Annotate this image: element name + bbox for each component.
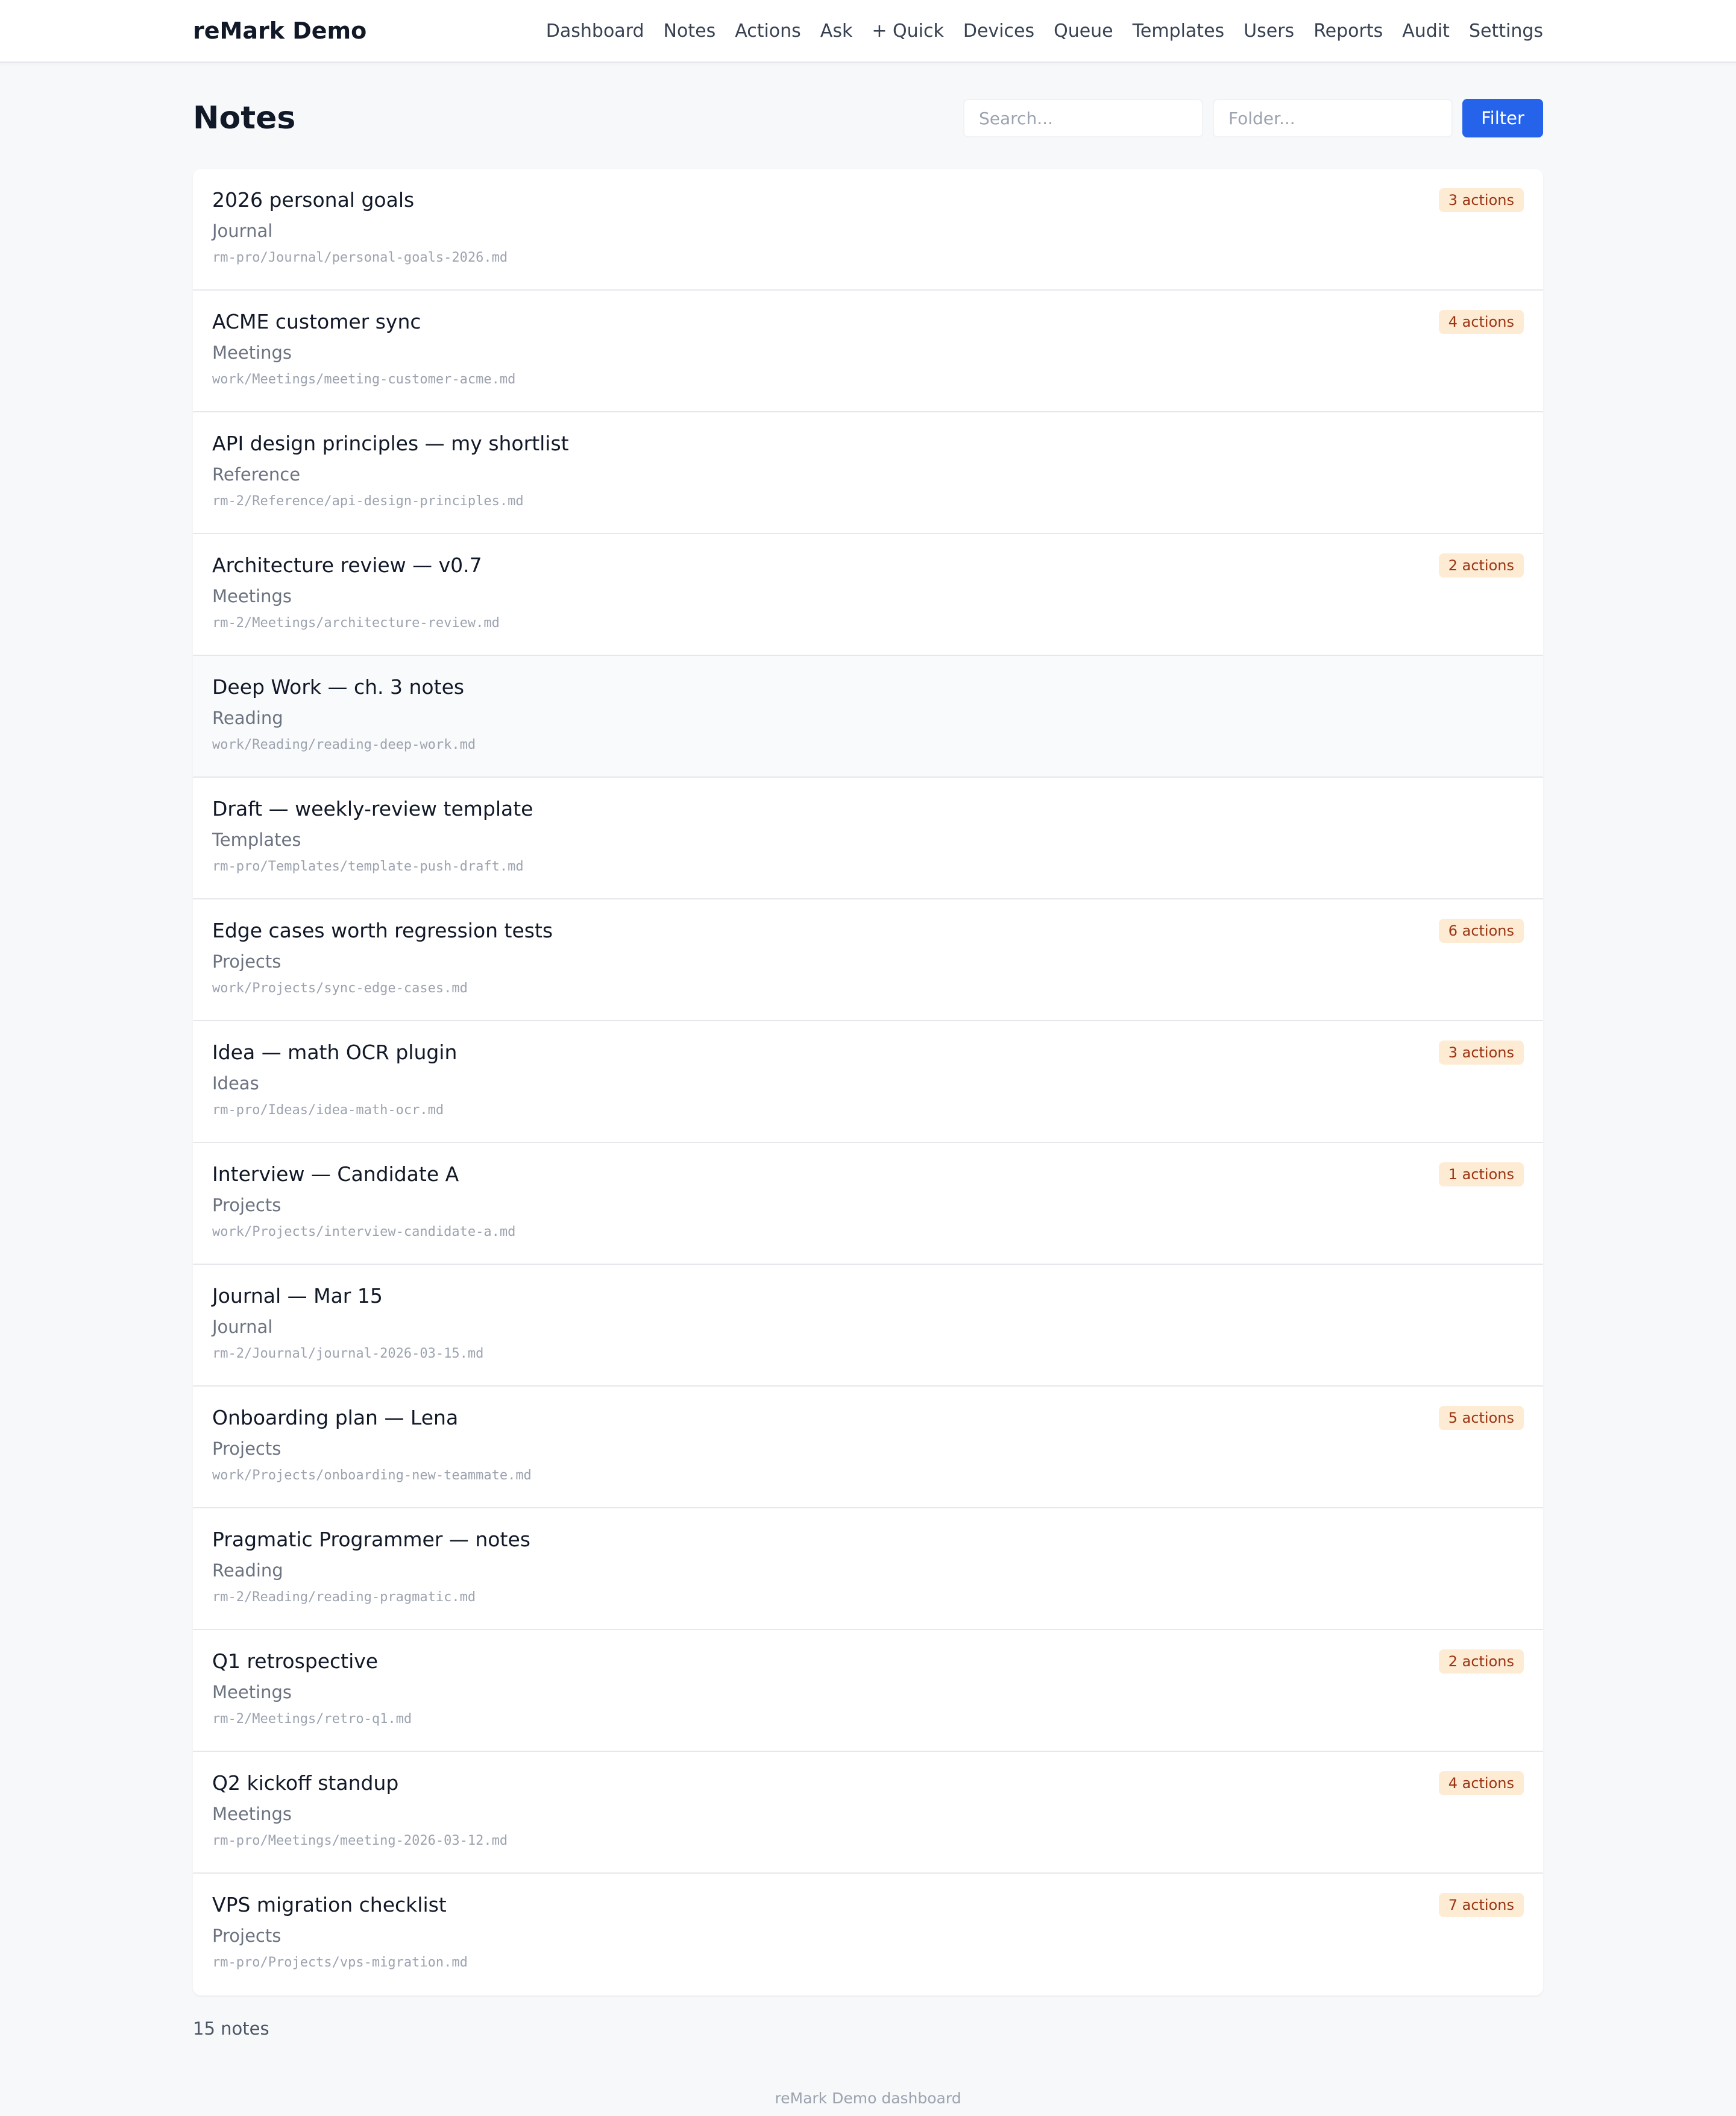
note-row[interactable]: Q2 kickoff standup Meetings rm-pro/Meeti…	[193, 1752, 1543, 1874]
actions-badge: 2 actions	[1438, 1649, 1524, 1674]
note-path: rm-2/Meetings/architecture-review.md	[212, 616, 500, 631]
actions-badge: 4 actions	[1438, 310, 1524, 334]
note-row[interactable]: 2026 personal goals Journal rm-pro/Journ…	[193, 169, 1543, 291]
note-title[interactable]: Edge cases worth regression tests	[212, 918, 1524, 944]
note-path: rm-pro/Meetings/meeting-2026-03-12.md	[212, 1833, 508, 1848]
note-title[interactable]: Draft — weekly-review template	[212, 796, 1524, 822]
note-path: work/Reading/reading-deep-work.md	[212, 737, 476, 752]
nav-link-settings[interactable]: Settings	[1469, 20, 1543, 42]
note-row[interactable]: Onboarding plan — Lena Projects work/Pro…	[193, 1387, 1543, 1508]
navbar-inner: reMark Demo Dashboard Notes Actions Ask …	[193, 0, 1543, 61]
note-row[interactable]: Pragmatic Programmer — notes Reading rm-…	[193, 1508, 1543, 1630]
note-title[interactable]: Interview — Candidate A	[212, 1161, 1524, 1188]
folder-input[interactable]	[1213, 99, 1453, 137]
note-folder: Meetings	[212, 1682, 292, 1702]
brand-logo[interactable]: reMark Demo	[193, 17, 366, 44]
note-path: rm-2/Journal/journal-2026-03-15.md	[212, 1346, 484, 1361]
note-folder: Meetings	[212, 1804, 292, 1824]
note-title[interactable]: Pragmatic Programmer — notes	[212, 1526, 1524, 1553]
note-folder: Meetings	[212, 342, 292, 363]
note-row[interactable]: Draft — weekly-review template Templates…	[193, 778, 1543, 899]
nav-link-dashboard[interactable]: Dashboard	[546, 20, 644, 42]
nav-link-actions[interactable]: Actions	[735, 20, 801, 42]
note-title[interactable]: Q2 kickoff standup	[212, 1770, 1524, 1796]
actions-badge: 4 actions	[1438, 1771, 1524, 1795]
nav-link-templates[interactable]: Templates	[1133, 20, 1225, 42]
nav-link-ask[interactable]: Ask	[820, 20, 853, 42]
note-folder: Reference	[212, 464, 301, 485]
note-path: rm-pro/Ideas/idea-math-ocr.md	[212, 1103, 444, 1118]
page-footer: reMark Demo dashboard	[775, 2089, 961, 2107]
main-content: Notes Filter 2026 personal goals Journal…	[193, 93, 1543, 2107]
note-row[interactable]: Interview — Candidate A Projects work/Pr…	[193, 1143, 1543, 1265]
actions-badge: 1 actions	[1438, 1162, 1524, 1186]
note-folder: Journal	[212, 1317, 273, 1337]
nav-link-notes[interactable]: Notes	[664, 20, 716, 42]
note-title[interactable]: API design principles — my shortlist	[212, 430, 1524, 457]
note-row[interactable]: VPS migration checklist Projects rm-pro/…	[193, 1874, 1543, 1995]
note-folder: Projects	[212, 1195, 281, 1215]
note-folder: Ideas	[212, 1073, 259, 1094]
nav-link-devices[interactable]: Devices	[963, 20, 1034, 42]
note-path: rm-2/Reference/api-design-principles.md	[212, 494, 524, 509]
note-row[interactable]: Architecture review — v0.7 Meetings rm-2…	[193, 534, 1543, 656]
note-path: rm-2/Reading/reading-pragmatic.md	[212, 1590, 476, 1605]
search-input[interactable]	[963, 99, 1203, 137]
note-row[interactable]: Idea — math OCR plugin Ideas rm-pro/Idea…	[193, 1021, 1543, 1143]
note-title[interactable]: Journal — Mar 15	[212, 1283, 1524, 1309]
main-nav: Dashboard Notes Actions Ask + Quick Devi…	[527, 20, 1543, 42]
nav-link-reports[interactable]: Reports	[1313, 20, 1383, 42]
actions-badge: 3 actions	[1438, 1041, 1524, 1065]
page-header: Notes Filter	[193, 93, 1543, 143]
note-path: rm-pro/Templates/template-push-draft.md	[212, 859, 524, 874]
note-path: work/Projects/onboarding-new-teammate.md	[212, 1468, 532, 1483]
note-folder: Reading	[212, 1560, 283, 1581]
nav-link-quick[interactable]: + Quick	[872, 20, 944, 42]
filter-button[interactable]: Filter	[1462, 99, 1543, 137]
note-path: rm-pro/Projects/vps-migration.md	[212, 1955, 468, 1970]
note-folder: Meetings	[212, 586, 292, 606]
nav-link-audit[interactable]: Audit	[1402, 20, 1450, 42]
note-title[interactable]: 2026 personal goals	[212, 187, 1524, 213]
actions-badge: 5 actions	[1438, 1406, 1524, 1430]
nav-link-queue[interactable]: Queue	[1054, 20, 1113, 42]
note-folder: Projects	[212, 1438, 281, 1459]
note-folder: Reading	[212, 708, 283, 728]
note-title[interactable]: Deep Work — ch. 3 notes	[212, 674, 1524, 701]
note-folder: Templates	[212, 830, 301, 850]
actions-badge: 6 actions	[1438, 919, 1524, 943]
note-path: rm-2/Meetings/retro-q1.md	[212, 1711, 412, 1727]
note-folder: Projects	[212, 1925, 281, 1946]
nav-link-users[interactable]: Users	[1244, 20, 1294, 42]
notes-list: 2026 personal goals Journal rm-pro/Journ…	[193, 169, 1543, 1995]
note-path: work/Meetings/meeting-customer-acme.md	[212, 372, 516, 387]
note-folder: Projects	[212, 951, 281, 972]
note-path: rm-pro/Journal/personal-goals-2026.md	[212, 250, 508, 265]
note-title[interactable]: Q1 retrospective	[212, 1648, 1524, 1675]
page-title: Notes	[193, 100, 296, 136]
actions-badge: 2 actions	[1438, 553, 1524, 578]
note-row[interactable]: Edge cases worth regression tests Projec…	[193, 899, 1543, 1021]
notes-count: 15 notes	[193, 2018, 269, 2039]
note-row[interactable]: Journal — Mar 15 Journal rm-2/Journal/jo…	[193, 1265, 1543, 1387]
note-title[interactable]: Architecture review — v0.7	[212, 552, 1524, 579]
note-title[interactable]: Onboarding plan — Lena	[212, 1405, 1524, 1431]
actions-badge: 7 actions	[1438, 1893, 1524, 1917]
note-row[interactable]: API design principles — my shortlist Ref…	[193, 412, 1543, 534]
note-title[interactable]: ACME customer sync	[212, 309, 1524, 335]
note-title[interactable]: VPS migration checklist	[212, 1892, 1524, 1918]
note-path: work/Projects/interview-candidate-a.md	[212, 1224, 516, 1239]
note-folder: Journal	[212, 221, 273, 241]
note-path: work/Projects/sync-edge-cases.md	[212, 981, 468, 996]
top-navbar: reMark Demo Dashboard Notes Actions Ask …	[0, 0, 1736, 63]
note-row[interactable]: Q1 retrospective Meetings rm-2/Meetings/…	[193, 1630, 1543, 1752]
filter-bar: Filter	[963, 99, 1543, 137]
note-row[interactable]: ACME customer sync Meetings work/Meeting…	[193, 291, 1543, 412]
actions-badge: 3 actions	[1438, 188, 1524, 212]
note-row[interactable]: Deep Work — ch. 3 notes Reading work/Rea…	[193, 656, 1543, 778]
note-title[interactable]: Idea — math OCR plugin	[212, 1039, 1524, 1066]
